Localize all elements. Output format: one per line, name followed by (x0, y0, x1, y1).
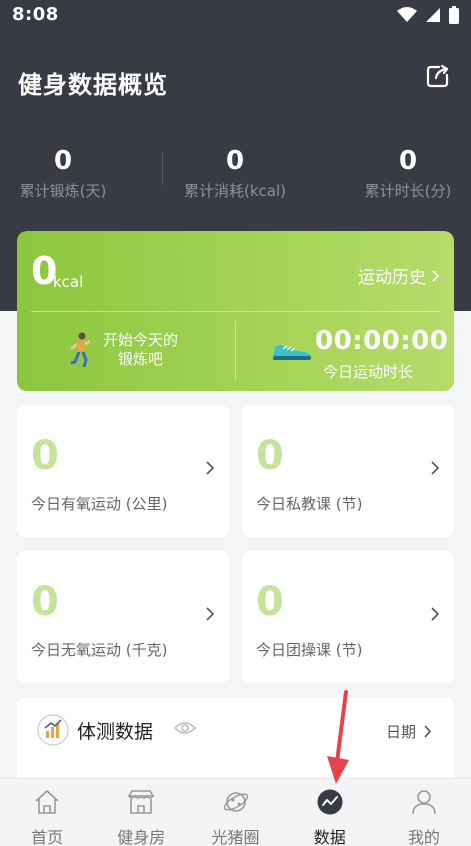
card-divider (235, 321, 236, 381)
metric-card-group-class[interactable]: 0 今日团操课 (节) (242, 551, 454, 683)
status-bar: 8:08 (0, 0, 471, 31)
status-time: 8:08 (12, 4, 59, 25)
stat-value: 0 (53, 146, 73, 176)
planet-icon (223, 792, 248, 812)
stat-label: 累计时长(分) (364, 182, 452, 200)
page-title: 健身数据概览 (18, 71, 168, 99)
tab-label: 首页 (31, 828, 64, 846)
body-test-card[interactable]: 体测数据 日期 (17, 697, 454, 787)
tab-home[interactable]: 首页 (0, 779, 94, 846)
signal-icon (426, 8, 440, 22)
tab-gym[interactable]: 健身房 (94, 779, 188, 846)
home-icon (35, 789, 59, 814)
sneaker-icon (273, 345, 311, 360)
user-icon (412, 790, 436, 815)
stat-label: 累计锻炼(天) (19, 182, 107, 200)
chevron-right-icon (431, 607, 440, 621)
wifi-icon (397, 7, 417, 22)
metric-value: 0 (256, 579, 284, 625)
body-test-date-link[interactable]: 日期 (386, 721, 432, 742)
tab-data[interactable]: 数据 (283, 779, 377, 846)
share-icon[interactable] (425, 63, 451, 89)
stat-total-minutes: 0 累计时长(分) (333, 146, 471, 201)
chevron-right-icon (206, 607, 215, 621)
stat-label: 累计消耗(kcal) (184, 182, 286, 200)
tab-label: 光猪圈 (211, 828, 260, 846)
runner-icon (70, 332, 91, 368)
tab-label: 健身房 (117, 828, 166, 846)
start-workout-line2: 锻炼吧 (118, 350, 164, 368)
chevron-right-icon (424, 725, 432, 738)
metric-value: 0 (256, 433, 284, 479)
stat-total-kcal: 0 累计消耗(kcal) (160, 146, 310, 201)
body-test-date-label: 日期 (385, 723, 416, 741)
tab-label: 我的 (407, 828, 440, 846)
tab-me[interactable]: 我的 (377, 779, 471, 846)
stat-total-days: 0 累计锻炼(天) (0, 146, 138, 201)
annotation-arrow-icon (327, 690, 349, 784)
start-workout-button[interactable]: 开始今天的 锻炼吧 (67, 331, 178, 369)
tab-community[interactable]: 光猪圈 (188, 779, 282, 846)
status-icons (397, 6, 459, 24)
stat-value: 0 (398, 146, 418, 176)
today-summary-card: 0 kcal 运动历史 开始今天的 锻炼吧 00:00:00 今日运动时长 (17, 231, 454, 391)
today-exercise-timer-label: 今日运动时长 (323, 363, 414, 381)
start-workout-line1: 开始今天的 (103, 331, 179, 349)
eye-icon[interactable] (174, 721, 196, 735)
body-test-title: 体测数据 (77, 721, 154, 743)
body-test-chart-icon (37, 714, 69, 746)
tab-label: 数据 (313, 828, 346, 846)
start-workout-text: 开始今天的 锻炼吧 (103, 331, 178, 369)
metric-card-aerobic[interactable]: 0 今日有氧运动 (公里) (17, 405, 229, 537)
gym-store-icon (127, 790, 155, 814)
metric-label: 今日有氧运动 (公里) (31, 495, 168, 513)
card-divider (31, 311, 441, 312)
metric-card-private-class[interactable]: 0 今日私教课 (节) (242, 405, 454, 537)
metric-label: 今日团操课 (节) (256, 641, 363, 659)
chevron-right-icon (432, 269, 440, 282)
chevron-right-icon (431, 461, 440, 475)
metric-label: 今日无氧运动 (千克) (31, 641, 168, 659)
data-chart-icon (317, 789, 343, 815)
chevron-right-icon (206, 461, 215, 475)
battery-icon (449, 6, 459, 24)
metric-label: 今日私教课 (节) (256, 495, 363, 513)
metric-value: 0 (31, 433, 59, 479)
stat-value: 0 (225, 146, 245, 176)
metric-value: 0 (31, 579, 59, 625)
bottom-tab-bar: 首页 健身房 光猪圈 数据 我的 (0, 778, 471, 846)
today-kcal-unit: kcal (53, 273, 84, 291)
exercise-history-link[interactable]: 运动历史 (358, 263, 440, 288)
today-exercise-timer: 00:00:00 (315, 326, 449, 356)
metric-card-anaerobic[interactable]: 0 今日无氧运动 (千克) (17, 551, 229, 683)
exercise-history-label: 运动历史 (358, 268, 426, 288)
